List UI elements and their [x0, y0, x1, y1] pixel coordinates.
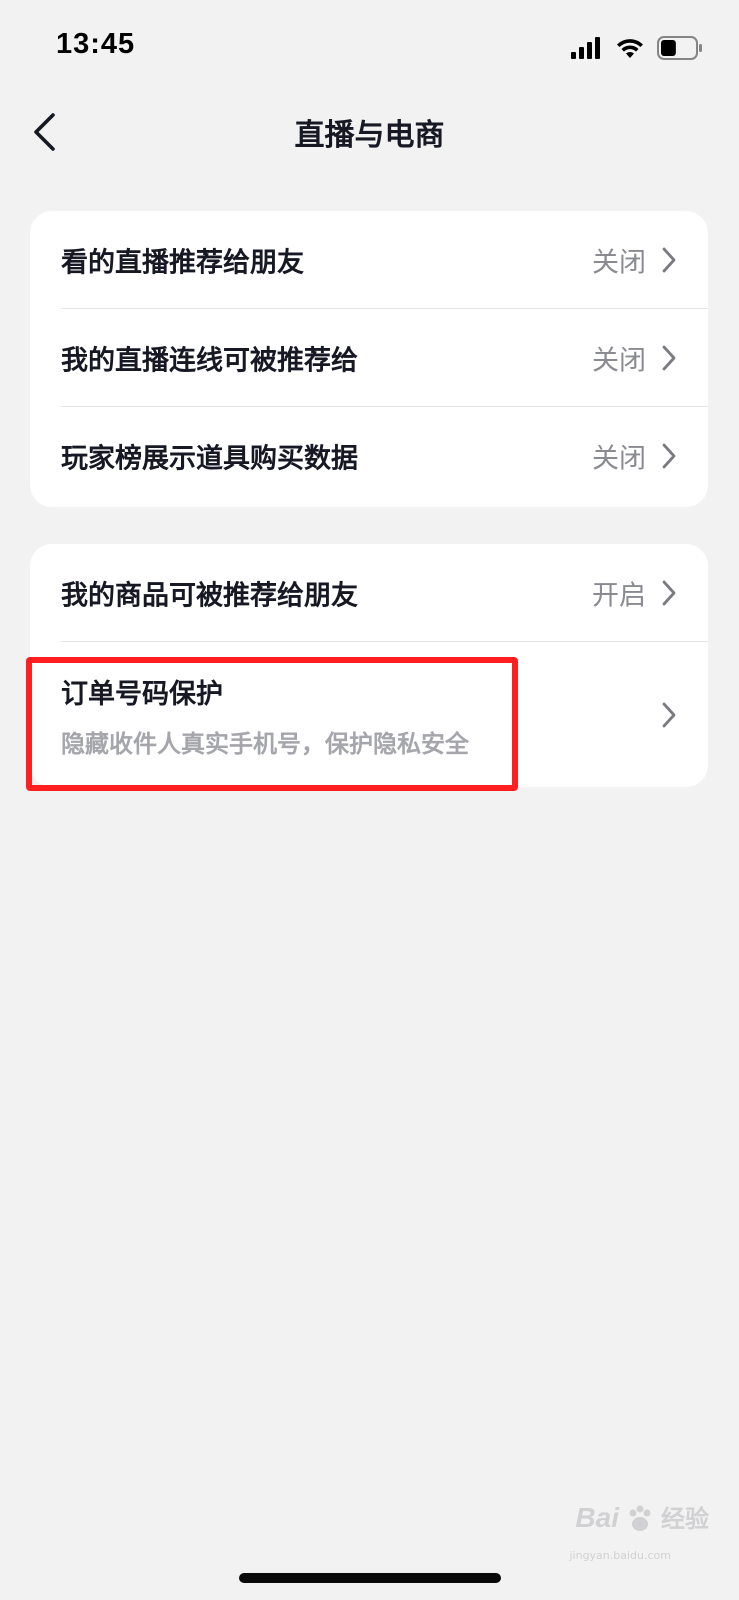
- chevron-right-icon: [662, 443, 676, 469]
- nav-bar: 直播与电商: [0, 92, 739, 172]
- watermark-text: 经验: [661, 1505, 709, 1533]
- row-label: 玩家榜展示道具购买数据: [61, 443, 358, 475]
- battery-icon: [657, 36, 702, 60]
- row-product-recommend[interactable]: 我的商品可被推荐给朋友 开启: [30, 544, 708, 642]
- commerce-settings-card: 我的商品可被推荐给朋友 开启 订单号码保护 隐藏收件人真实手机号，保护隐私安全: [30, 544, 708, 787]
- row-label: 我的直播连线可被推荐给: [61, 345, 358, 377]
- signal-icon: [571, 37, 600, 59]
- row-value: 开启: [592, 580, 646, 612]
- row-value: 关闭: [592, 247, 646, 279]
- chevron-right-icon: [662, 702, 676, 727]
- row-player-rank-purchase-data[interactable]: 玩家榜展示道具购买数据 关闭: [30, 407, 708, 505]
- row-recommend-watched-live[interactable]: 看的直播推荐给朋友 关闭: [30, 211, 708, 309]
- paw-icon: [629, 1505, 651, 1531]
- row-label: 我的商品可被推荐给朋友: [61, 580, 358, 612]
- status-bar: 13:45: [0, 0, 739, 92]
- row-order-number-protection[interactable]: 订单号码保护 隐藏收件人真实手机号，保护隐私安全: [30, 642, 708, 787]
- row-live-connection-recommend[interactable]: 我的直播连线可被推荐给 关闭: [30, 309, 708, 407]
- order-protection-title: 订单号码保护: [61, 679, 223, 710]
- chevron-right-icon: [662, 580, 676, 606]
- order-protection-subtitle: 隐藏收件人真实手机号，保护隐私安全: [61, 730, 469, 758]
- chevron-right-icon: [662, 345, 676, 371]
- home-indicator[interactable]: [239, 1573, 501, 1583]
- watermark: Bai 经验: [575, 1499, 709, 1534]
- watermark-url: jingyan.baidu.com: [569, 1549, 671, 1562]
- watermark-logo: Bai: [575, 1502, 619, 1533]
- live-settings-card: 看的直播推荐给朋友 关闭 我的直播连线可被推荐给 关闭 玩家榜展示道具购买数据 …: [30, 211, 708, 507]
- page-title: 直播与电商: [294, 118, 445, 153]
- wifi-icon: [617, 39, 643, 58]
- status-icons: [571, 33, 703, 63]
- status-time: 13:45: [56, 28, 136, 60]
- chevron-right-icon: [662, 247, 676, 273]
- row-value: 关闭: [592, 345, 646, 377]
- row-value: 关闭: [592, 443, 646, 475]
- row-label: 看的直播推荐给朋友: [61, 247, 304, 279]
